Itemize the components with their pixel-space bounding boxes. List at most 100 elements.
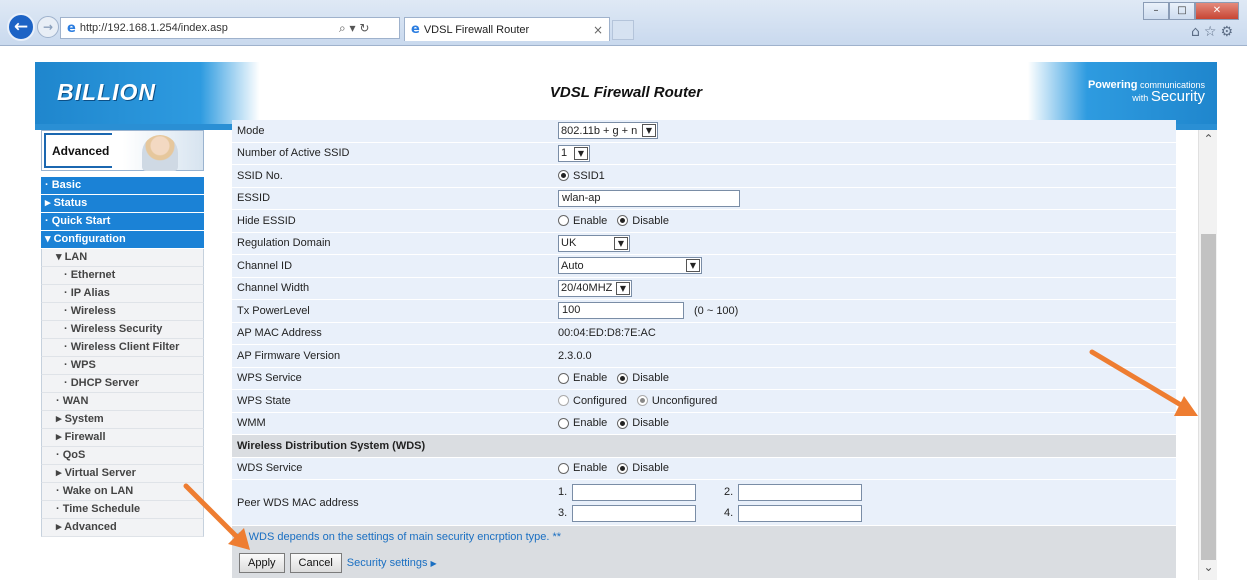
sidebar-item-basic[interactable]: · Basic [41, 177, 204, 195]
page-title: VDSL Firewall Router [549, 84, 703, 101]
sidebar-item-lan[interactable]: ▾ LAN [41, 249, 204, 267]
back-arrow-icon[interactable]: ← [7, 13, 35, 41]
security-settings-link[interactable]: Security settings ▶ [347, 557, 437, 569]
row-channel-width: Channel Width 20/40MHZ ▼ [232, 277, 1176, 300]
apply-button[interactable]: Apply [239, 553, 285, 573]
address-tools-icons[interactable]: ⌕ ▾ ↻ [339, 21, 399, 36]
address-bar[interactable]: e http://192.168.1.254/index.asp ⌕ ▾ ↻ [60, 17, 400, 39]
sidebar-item-wake-on-lan[interactable]: · Wake on LAN [41, 483, 204, 501]
peer-wds-n3: 3. [558, 507, 568, 519]
peer-wds-mac-1[interactable] [572, 483, 696, 501]
address-url[interactable]: http://192.168.1.254/index.asp [80, 22, 339, 34]
advanced-banner[interactable]: Advanced [41, 130, 204, 171]
row-wps-service: WPS Service Enable Disable [232, 367, 1176, 390]
channel-width-label: Channel Width [237, 282, 310, 295]
regulation-label: Regulation Domain [237, 237, 331, 250]
forward-arrow-icon[interactable]: → [37, 16, 59, 38]
channel-id-select[interactable]: Auto ▼ [558, 257, 702, 275]
wps-configured-radio[interactable] [558, 395, 569, 407]
sidebar-item-quick-start[interactable]: · Quick Start [41, 213, 204, 231]
wps-service-disable-label: Disable [632, 372, 669, 385]
sidebar-item-wireless-security[interactable]: · Wireless Security [41, 321, 204, 339]
sidebar-item-advanced[interactable]: ▸ Advanced [41, 519, 204, 537]
wds-disable-radio[interactable] [617, 462, 629, 474]
tab-ie-icon: e [411, 22, 420, 37]
chevron-down-icon: ▼ [686, 259, 700, 273]
mode-select-value: 802.11b + g + n [561, 124, 638, 137]
wds-enable-label: Enable [573, 462, 608, 475]
sidebar-item-firewall[interactable]: ▸ Firewall [41, 429, 204, 447]
essid-label: ESSID [237, 192, 271, 205]
hide-essid-enable-radio[interactable] [558, 215, 569, 227]
essid-input[interactable]: wlan-ap [558, 189, 740, 207]
home-favorites-settings-icons[interactable]: ⌂☆⚙ [1191, 24, 1237, 40]
sidebar-item-virtual-server[interactable]: ▸ Virtual Server [41, 465, 204, 483]
ssid1-radio[interactable] [558, 170, 569, 182]
sidebar-item-status[interactable]: ▸ Status [41, 195, 204, 213]
peer-wds-n2: 2. [724, 486, 734, 498]
sidebar-item-configuration[interactable]: ▾ Configuration [41, 231, 204, 249]
sidebar: Advanced · Basic ▸ Status · Quick Start ▾ C… [41, 130, 204, 537]
scroll-down-icon[interactable]: ⌄ [1199, 560, 1218, 578]
wps-service-enable-radio[interactable] [558, 372, 569, 384]
tagline: Powering communications with Security [1088, 80, 1205, 105]
sidebar-item-system[interactable]: ▸ System [41, 411, 204, 429]
minimize-button[interactable]: – [1143, 2, 1169, 20]
wmm-enable-radio[interactable] [558, 417, 569, 429]
scroll-up-icon[interactable]: ⌃ [1199, 132, 1218, 150]
row-ssid-no: SSID No. SSID1 [232, 165, 1176, 188]
peer-wds-mac-3[interactable] [572, 504, 696, 522]
peer-wds-label: Peer WDS MAC address [237, 496, 359, 509]
hide-essid-disable-radio[interactable] [617, 215, 629, 227]
peer-wds-mac-2[interactable] [738, 483, 862, 501]
row-mac: AP MAC Address 00:04:ED:D8:7E:AC [232, 322, 1176, 345]
sidebar-item-dhcp-server[interactable]: · DHCP Server [41, 375, 204, 393]
browser-tab-active[interactable]: e VDSL Firewall Router × [404, 17, 610, 41]
sidebar-item-wireless[interactable]: · Wireless [41, 303, 204, 321]
chevron-down-icon: ▼ [574, 146, 588, 160]
sidebar-item-wps[interactable]: · WPS [41, 357, 204, 375]
active-ssid-value: 1 [561, 147, 568, 160]
new-tab-button[interactable] [612, 20, 634, 40]
sidebar-item-ip-alias[interactable]: · IP Alias [41, 285, 204, 303]
tagline-security: Security [1150, 88, 1205, 105]
ie-icon: e [67, 20, 76, 36]
row-regulation: Regulation Domain UK ▼ [232, 232, 1176, 255]
regulation-select[interactable]: UK ▼ [558, 234, 630, 252]
mode-select[interactable]: 802.11b + g + n ▼ [558, 122, 658, 140]
peer-wds-mac-4[interactable] [738, 504, 862, 522]
tx-power-range: (0 ~ 100) [694, 304, 739, 317]
close-window-button[interactable]: ✕ [1195, 2, 1239, 20]
wps-unconfigured-radio[interactable] [636, 395, 648, 407]
tab-close-icon[interactable]: × [593, 23, 609, 37]
row-active-ssid: Number of Active SSID 1 ▼ [232, 142, 1176, 165]
row-wmm: WMM Enable Disable [232, 412, 1176, 435]
chevron-down-icon: ▼ [642, 124, 656, 138]
peer-wds-grid: 1. 2. 3. 4. [558, 483, 864, 522]
security-settings-label: Security settings [346, 557, 428, 569]
wds-service-label: WDS Service [237, 462, 303, 475]
channel-width-select[interactable]: 20/40MHZ ▼ [558, 279, 632, 297]
sidebar-item-qos[interactable]: · QoS [41, 447, 204, 465]
sidebar-item-ethernet[interactable]: · Ethernet [41, 267, 204, 285]
wps-service-disable-radio[interactable] [617, 372, 629, 384]
row-mode: Mode 802.11b + g + n ▼ [232, 120, 1176, 143]
maximize-button[interactable]: □ [1169, 2, 1195, 20]
tx-power-input[interactable]: 100 [558, 302, 684, 320]
sidebar-item-time-schedule[interactable]: · Time Schedule [41, 501, 204, 519]
chevron-down-icon: ▼ [614, 236, 628, 250]
firmware-label: AP Firmware Version [237, 349, 341, 362]
ssid-no-label: SSID No. [237, 169, 283, 182]
wps-state-label: WPS State [237, 394, 291, 407]
sidebar-item-wireless-client-filter[interactable]: · Wireless Client Filter [41, 339, 204, 357]
wds-enable-radio[interactable] [558, 462, 569, 474]
active-ssid-select[interactable]: 1 ▼ [558, 144, 590, 162]
wireless-settings-form: Mode 802.11b + g + n ▼ Number of Active S… [232, 120, 1176, 578]
scroll-thumb[interactable] [1201, 234, 1216, 560]
sidebar-item-wan[interactable]: · WAN [41, 393, 204, 411]
wmm-disable-radio[interactable] [617, 417, 629, 429]
cancel-button[interactable]: Cancel [289, 553, 342, 573]
page-scrollbar[interactable]: ⌃ ⌄ [1198, 130, 1217, 580]
hide-essid-label: Hide ESSID [237, 214, 296, 227]
row-hide-essid: Hide ESSID Enable Disable [232, 210, 1176, 233]
